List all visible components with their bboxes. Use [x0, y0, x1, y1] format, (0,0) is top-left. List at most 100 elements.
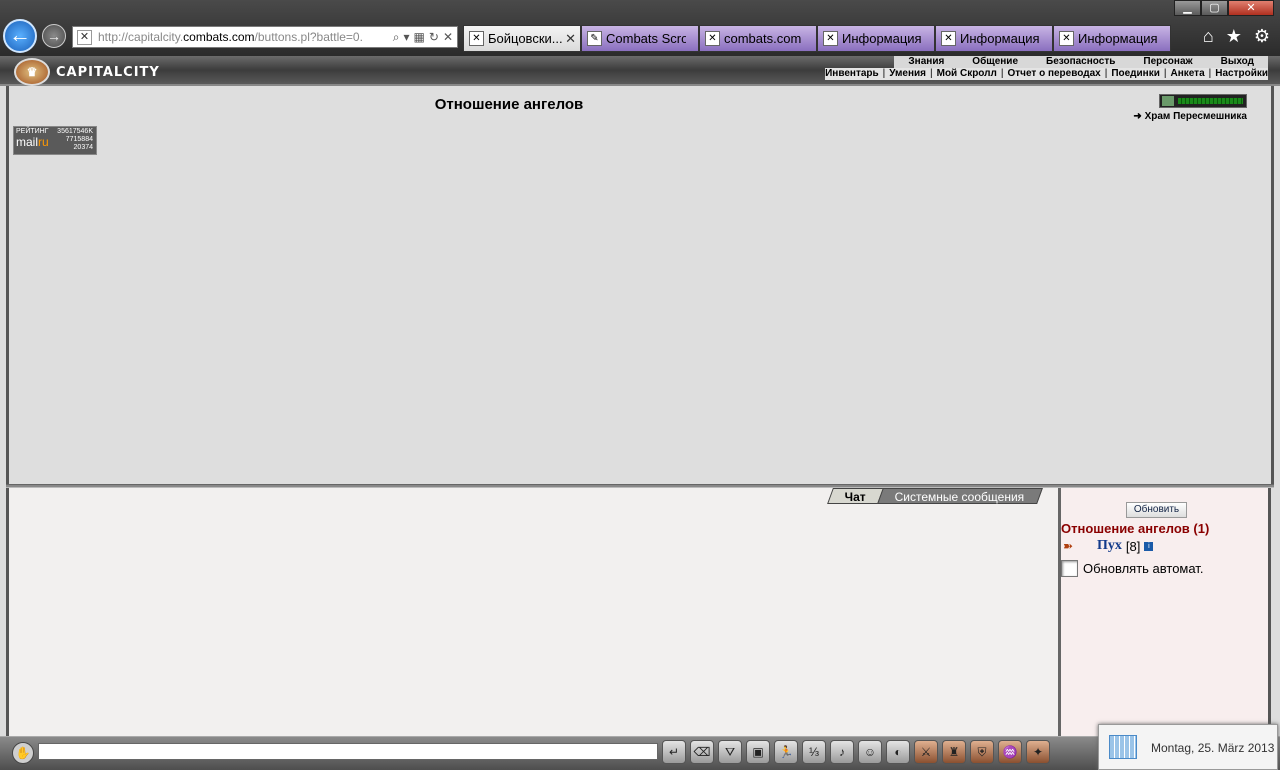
- close-window-button[interactable]: ✕: [1228, 0, 1274, 16]
- main-frame: Отношение ангелов РЕЙТИНГ mailru 3561754…: [6, 86, 1274, 484]
- browser-window: ▁ ▢ ✕ ← → ✕ http://capitalcity.combats.c…: [0, 0, 1280, 770]
- tab-combats[interactable]: ✕ Бойцовски... ✕: [463, 25, 581, 52]
- player-level: [8]: [1125, 538, 1141, 554]
- counter-n2: 7715884: [65, 136, 93, 143]
- auto-refresh-checkbox[interactable]: [1061, 560, 1078, 577]
- browser-toolbar-icons: ⌂ ★ ⚙: [1203, 26, 1270, 47]
- tab-favicon-icon: ✕: [823, 31, 838, 46]
- player-name[interactable]: Пух: [1097, 538, 1122, 554]
- chat-tools: ↵ ⌫ ⛛ ▣ 🏃 ⅓ ♪ ☺ ◐ ⚔ ♜ ⛨ ♒ ✦: [662, 740, 1050, 764]
- tab-system-label: Системные сообщения: [895, 490, 1025, 504]
- stop-icon[interactable]: ✕: [443, 30, 453, 45]
- filter-icon[interactable]: ⛛: [718, 740, 742, 764]
- whisper-icon[interactable]: ➽: [1063, 539, 1083, 553]
- tab-favicon-icon: ✕: [705, 31, 720, 46]
- tab-label: Combats Scroll...: [606, 31, 686, 46]
- sound-icon[interactable]: ♪: [830, 740, 854, 764]
- chat-input[interactable]: [38, 743, 658, 760]
- menu-item-knowledge[interactable]: Знания: [894, 56, 958, 68]
- sword-icon[interactable]: ⚔: [914, 740, 938, 764]
- location-label: Храм Пересмешника: [1144, 111, 1247, 122]
- smile-icon[interactable]: ☺: [858, 740, 882, 764]
- sub-menu: Инвентарь | Умения | Мой Скролл | Отчет о п…: [825, 68, 1268, 80]
- submenu-my-scroll[interactable]: Мой Скролл: [937, 68, 997, 80]
- maximize-button[interactable]: ▢: [1201, 0, 1228, 16]
- back-button[interactable]: ←: [3, 19, 37, 53]
- helmet-icon[interactable]: ◐: [886, 740, 910, 764]
- url-path: /buttons.pl?battle=0.: [254, 30, 363, 44]
- date-popup: Montag, 25. März 2013: [1098, 724, 1278, 770]
- dropdown-icon[interactable]: ▾: [404, 30, 410, 45]
- gear-icon[interactable]: ⚙: [1254, 26, 1270, 47]
- refresh-button[interactable]: Обновить: [1126, 502, 1187, 518]
- tab-combats-com[interactable]: ✕ combats.com: [699, 25, 817, 52]
- scroll-icon[interactable]: ♒: [998, 740, 1022, 764]
- auto-refresh-row: Обновлять автомат.: [1061, 560, 1203, 577]
- player-info-icon[interactable]: i: [1144, 541, 1154, 551]
- chat-area: Чат Системные сообщения: [6, 488, 1058, 736]
- submenu-settings[interactable]: Настройки: [1215, 68, 1268, 80]
- location-link[interactable]: ➜ Храм Пересмешника: [1133, 111, 1247, 122]
- enter-icon[interactable]: ↵: [662, 740, 686, 764]
- compat-icon[interactable]: ▦: [414, 30, 425, 45]
- submenu-transfer-report[interactable]: Отчет о переводах: [1007, 68, 1100, 80]
- url-domain: combats.com: [183, 30, 255, 44]
- site-favicon-icon: ✕: [77, 29, 92, 45]
- hp-icon: [1162, 96, 1174, 106]
- player-row: ➽ Пух [8] i: [1063, 538, 1154, 554]
- tab-info-3[interactable]: ✕ Информация ...: [1053, 25, 1171, 52]
- eraser-icon[interactable]: ⌫: [690, 740, 714, 764]
- tab-scroll[interactable]: ✎ Combats Scroll...: [581, 25, 699, 52]
- submenu-inventory[interactable]: Инвентарь: [825, 68, 879, 80]
- tab-info-1[interactable]: ✕ Информация ...: [817, 25, 935, 52]
- top-menu: Знания Общение Безопасность Персонаж Вых…: [894, 56, 1268, 68]
- bottle-icon[interactable]: ♜: [942, 740, 966, 764]
- tab-label: Бойцовски...: [488, 31, 563, 46]
- runner-icon[interactable]: 🏃: [774, 740, 798, 764]
- arrow-left-icon: ←: [9, 22, 31, 47]
- chat-mode-icon[interactable]: ✋: [12, 742, 34, 764]
- hp-bar-fill: [1178, 98, 1243, 104]
- search-icon[interactable]: ⌕: [393, 30, 400, 45]
- hp-bar: [1159, 94, 1247, 108]
- browser-chrome: ▁ ▢ ✕ ← → ✕ http://capitalcity.combats.c…: [0, 0, 1280, 56]
- bottom-toolbar: ✋ ↵ ⌫ ⛛ ▣ 🏃 ⅓ ♪ ☺ ◐ ⚔ ♜ ⛨ ♒ ✦: [0, 736, 1280, 770]
- game-top-bar: ♛ CAPITALCITY Знания Общение Безопасност…: [0, 56, 1280, 86]
- menu-item-communication[interactable]: Общение: [958, 56, 1032, 68]
- tab-info-2[interactable]: ✕ Информация ...: [935, 25, 1053, 52]
- brand-mail: mail: [16, 135, 39, 149]
- tab-favicon-icon: ✎: [587, 31, 602, 46]
- menu-item-security[interactable]: Безопасность: [1032, 56, 1129, 68]
- address-bar[interactable]: ✕ http://capitalcity.combats.com/buttons…: [72, 26, 458, 48]
- shield-icon[interactable]: ⛨: [970, 740, 994, 764]
- save-icon[interactable]: ▣: [746, 740, 770, 764]
- counter-numbers: 35617546K 7715884 20374: [57, 128, 93, 152]
- star-icon[interactable]: ★: [1226, 26, 1242, 47]
- counter-n3: 20374: [73, 144, 93, 151]
- tab-favicon-icon: ✕: [1059, 31, 1074, 46]
- auto-refresh-label: Обновлять автомат.: [1083, 561, 1204, 576]
- menu-item-exit[interactable]: Выход: [1207, 56, 1268, 68]
- tab-system-messages[interactable]: Системные сообщения: [877, 488, 1043, 504]
- calendar-icon: [1109, 735, 1137, 759]
- city-name: CAPITALCITY: [56, 65, 160, 80]
- bag-icon[interactable]: ✦: [1026, 740, 1050, 764]
- tab-label: combats.com: [724, 31, 802, 46]
- mailru-counter[interactable]: РЕЙТИНГ mailru 35617546K 7715884 20374: [13, 126, 97, 155]
- submenu-profile[interactable]: Анкета: [1170, 68, 1204, 80]
- forward-button[interactable]: →: [42, 24, 66, 48]
- home-icon[interactable]: ⌂: [1203, 26, 1214, 47]
- arrow-right-icon: →: [47, 28, 61, 44]
- online-panel: Обновить Отношение ангелов (1) ➽ Пух [8]…: [1061, 488, 1271, 736]
- address-url[interactable]: http://capitalcity.combats.com/buttons.p…: [98, 30, 380, 44]
- submenu-battles[interactable]: Поединки: [1111, 68, 1160, 80]
- menu-item-character[interactable]: Персонаж: [1129, 56, 1206, 68]
- tab-label: Информация ...: [960, 31, 1040, 46]
- refresh-icon[interactable]: ↻: [429, 30, 439, 45]
- minimize-button[interactable]: ▁: [1174, 0, 1201, 16]
- submenu-skills[interactable]: Умения: [889, 68, 926, 80]
- translit-icon[interactable]: ⅓: [802, 740, 826, 764]
- close-tab-icon[interactable]: ✕: [565, 31, 576, 47]
- tab-label: Информация ...: [1078, 31, 1158, 46]
- tab-chat[interactable]: Чат: [826, 488, 884, 504]
